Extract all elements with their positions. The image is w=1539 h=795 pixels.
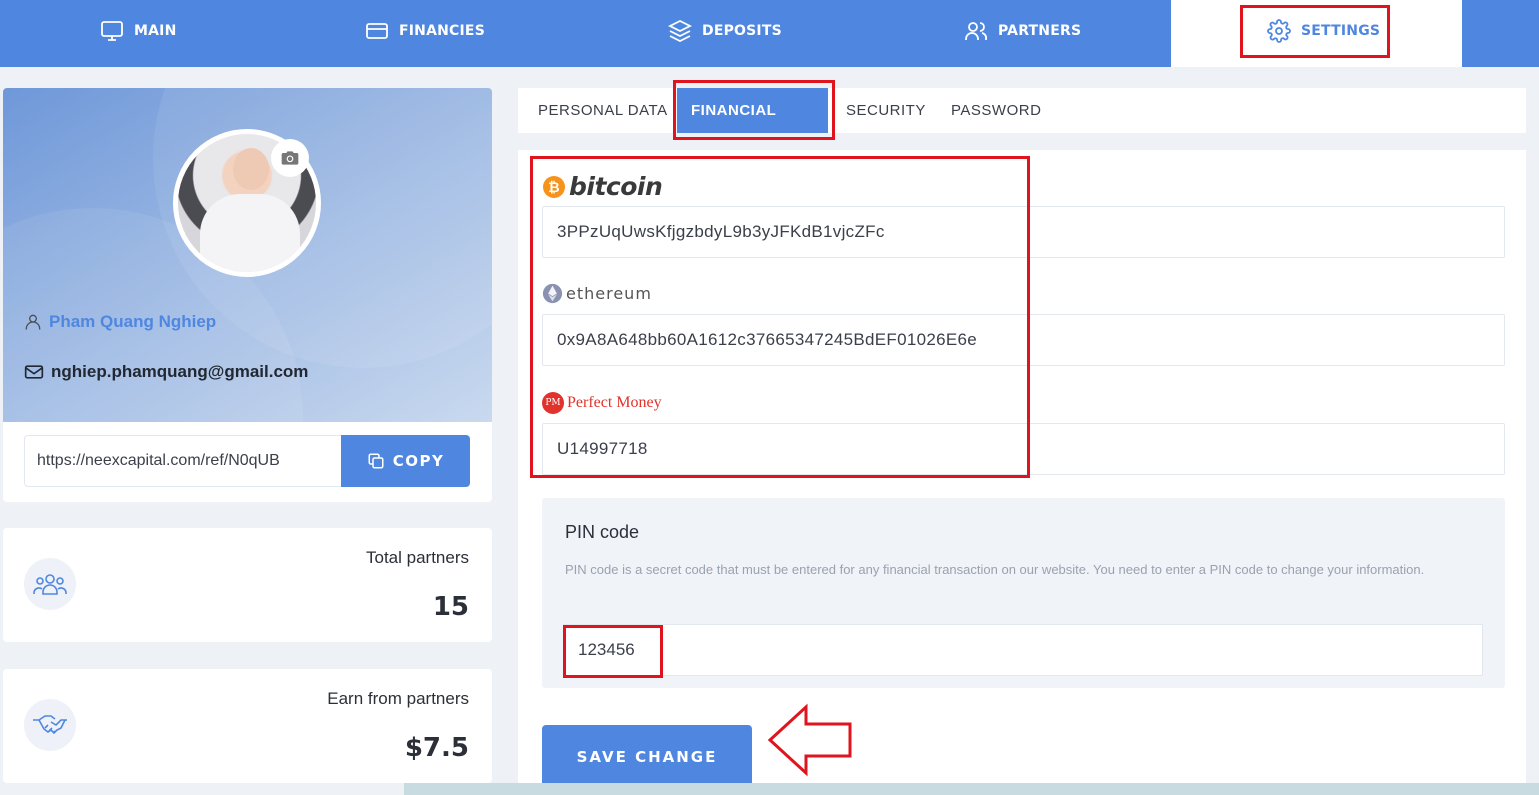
top-nav: MAIN FINANCIES DEPOSITS PARTNERS SETTING… [0,0,1539,67]
pin-section: PIN code PIN code is a secret code that … [542,498,1505,688]
profile-name-row: Pham Quang Nghiep [23,312,216,332]
copy-icon [368,453,384,469]
bottom-strip [404,783,1539,795]
nav-item-main[interactable]: MAIN [100,0,177,62]
bitcoin-icon: ₿ [543,175,565,198]
users-icon [965,22,987,40]
camera-icon[interactable] [271,139,309,177]
perfect-money-label: PM Perfect Money [542,392,662,414]
stat-value: 15 [432,592,469,622]
stat-card-earn-partners: Earn from partners $7.5 [3,669,492,783]
gear-icon [1267,19,1291,43]
bitcoin-label: ₿ bitcoin [542,172,663,201]
profile-hero: Pham Quang Nghiep nghiep.phamquang@gmail… [3,88,492,422]
svg-text:₿: ₿ [548,180,559,196]
nav-label-settings: SETTINGS [1301,23,1381,39]
user-icon [25,314,41,330]
stat-value: $7.5 [404,733,469,763]
pin-title: PIN code [565,522,640,542]
referral-link-input[interactable]: https://neexcapital.com/ref/N0qUB [24,435,344,487]
handshake-icon [24,699,76,751]
group-icon [24,558,76,610]
ethereum-address-input[interactable]: 0x9A8A648bb60A1612c37665347245BdEF01026E… [542,314,1505,366]
nav-label-main: MAIN [134,23,177,39]
tab-security[interactable]: SECURITY [846,88,926,133]
perfect-money-account-input[interactable]: U14997718 [542,423,1505,475]
nav-right-filler [1462,0,1539,67]
monitor-icon [101,21,123,41]
ethereum-label: ethereum [542,283,652,304]
mail-icon [24,365,44,379]
tab-personal-data[interactable]: PERSONAL DATA [538,88,668,133]
nav-item-partners[interactable]: PARTNERS [964,0,1081,62]
profile-email: nghiep.phamquang@gmail.com [51,362,309,381]
copy-button-label: COPY [392,452,445,470]
tab-password[interactable]: PASSWORD [951,88,1041,133]
stat-label: Earn from partners [327,689,469,708]
tab-financial-data[interactable]: FINANCIAL DATA [677,88,828,164]
arrow-annotation-icon [767,703,852,777]
profile-name: Pham Quang Nghiep [49,312,217,331]
profile-email-row: nghiep.phamquang@gmail.com [23,362,308,382]
stat-label: Total partners [366,548,469,567]
perfect-money-icon: PM [542,392,564,414]
ethereum-icon [542,283,563,304]
nav-label-partners: PARTNERS [998,23,1082,39]
nav-item-settings[interactable]: SETTINGS [1267,0,1380,62]
stat-card-total-partners: Total partners 15 [3,528,492,642]
nav-label-financies: FINANCIES [399,23,485,39]
avatar-suit [200,194,300,272]
settings-tabs: PERSONAL DATA FINANCIAL DATA SECURITY PA… [518,88,1526,164]
copy-button[interactable]: COPY [341,435,470,487]
financial-data-panel: ₿ bitcoin 3PPzUqUwsKfjgzbdyL9b3yJFKdB1vj… [518,150,1526,795]
layers-icon [668,19,692,43]
avatar-face [233,148,269,190]
pin-description: PIN code is a secret code that must be e… [565,562,1425,577]
nav-label-deposits: DEPOSITS [702,23,782,39]
nav-item-deposits[interactable]: DEPOSITS [668,0,782,62]
pin-code-input[interactable]: 123456 [563,624,1483,676]
nav-active-bg: SETTINGS [1171,0,1462,67]
nav-item-financies[interactable]: FINANCIES [365,0,485,62]
card-icon [366,23,388,39]
profile-card: Pham Quang Nghiep nghiep.phamquang@gmail… [3,88,492,502]
bitcoin-address-input[interactable]: 3PPzUqUwsKfjgzbdyL9b3yJFKdB1vjcZFc [542,206,1505,258]
